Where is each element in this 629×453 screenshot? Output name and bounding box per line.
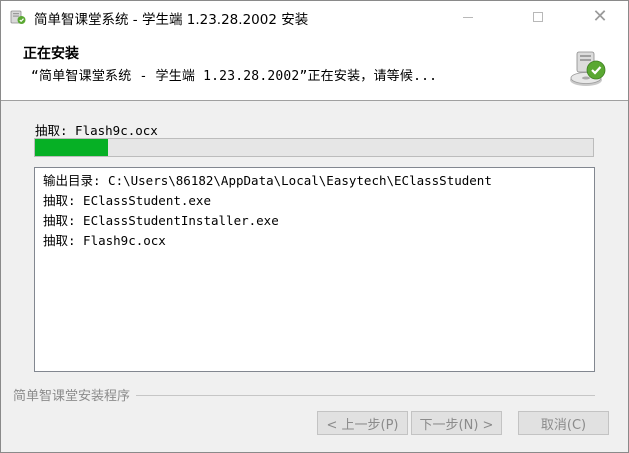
window-title: 简单智课堂系统 - 学生端 1.23.28.2002 安装: [34, 12, 309, 28]
log-line: 抽取: Flash9c.ocx: [43, 233, 166, 248]
page-subtitle: “简单智课堂系统 - 学生端 1.23.28.2002”正在安装，请等候...: [31, 69, 438, 84]
current-action-label: 抽取: Flash9c.ocx: [35, 123, 158, 138]
close-icon: ✕: [592, 6, 608, 27]
install-progress-bar: [34, 138, 594, 157]
installer-disc-icon: [570, 51, 606, 86]
minimize-icon: [463, 16, 473, 18]
page-title: 正在安装: [23, 46, 79, 62]
title-bar[interactable]: 简单智课堂系统 - 学生端 1.23.28.2002 安装 ✕: [1, 1, 628, 33]
install-details-log[interactable]: 输出目录: C:\Users\86182\AppData\Local\Easyt…: [34, 167, 595, 372]
back-button[interactable]: < 上一步(P): [317, 411, 408, 435]
minimize-button[interactable]: [445, 1, 491, 33]
log-line: 抽取: EClassStudentInstaller.exe: [43, 213, 279, 228]
installer-app-icon: [10, 10, 26, 24]
cancel-button[interactable]: 取消(C): [518, 411, 609, 435]
log-line: 输出目录: C:\Users\86182\AppData\Local\Easyt…: [43, 173, 492, 188]
close-button[interactable]: ✕: [577, 1, 623, 33]
installer-window: 简单智课堂系统 - 学生端 1.23.28.2002 安装 ✕ 正在安装 “简单…: [0, 0, 629, 453]
next-button[interactable]: 下一步(N) >: [411, 411, 502, 435]
log-line: 抽取: EClassStudent.exe: [43, 193, 211, 208]
maximize-button[interactable]: [515, 1, 561, 33]
maximize-icon: [533, 12, 543, 22]
branding-text: 简单智课堂安装程序: [13, 385, 137, 404]
installer-header: 正在安装 “简单智课堂系统 - 学生端 1.23.28.2002”正在安装，请等…: [1, 33, 628, 101]
progress-fill: [35, 139, 108, 156]
